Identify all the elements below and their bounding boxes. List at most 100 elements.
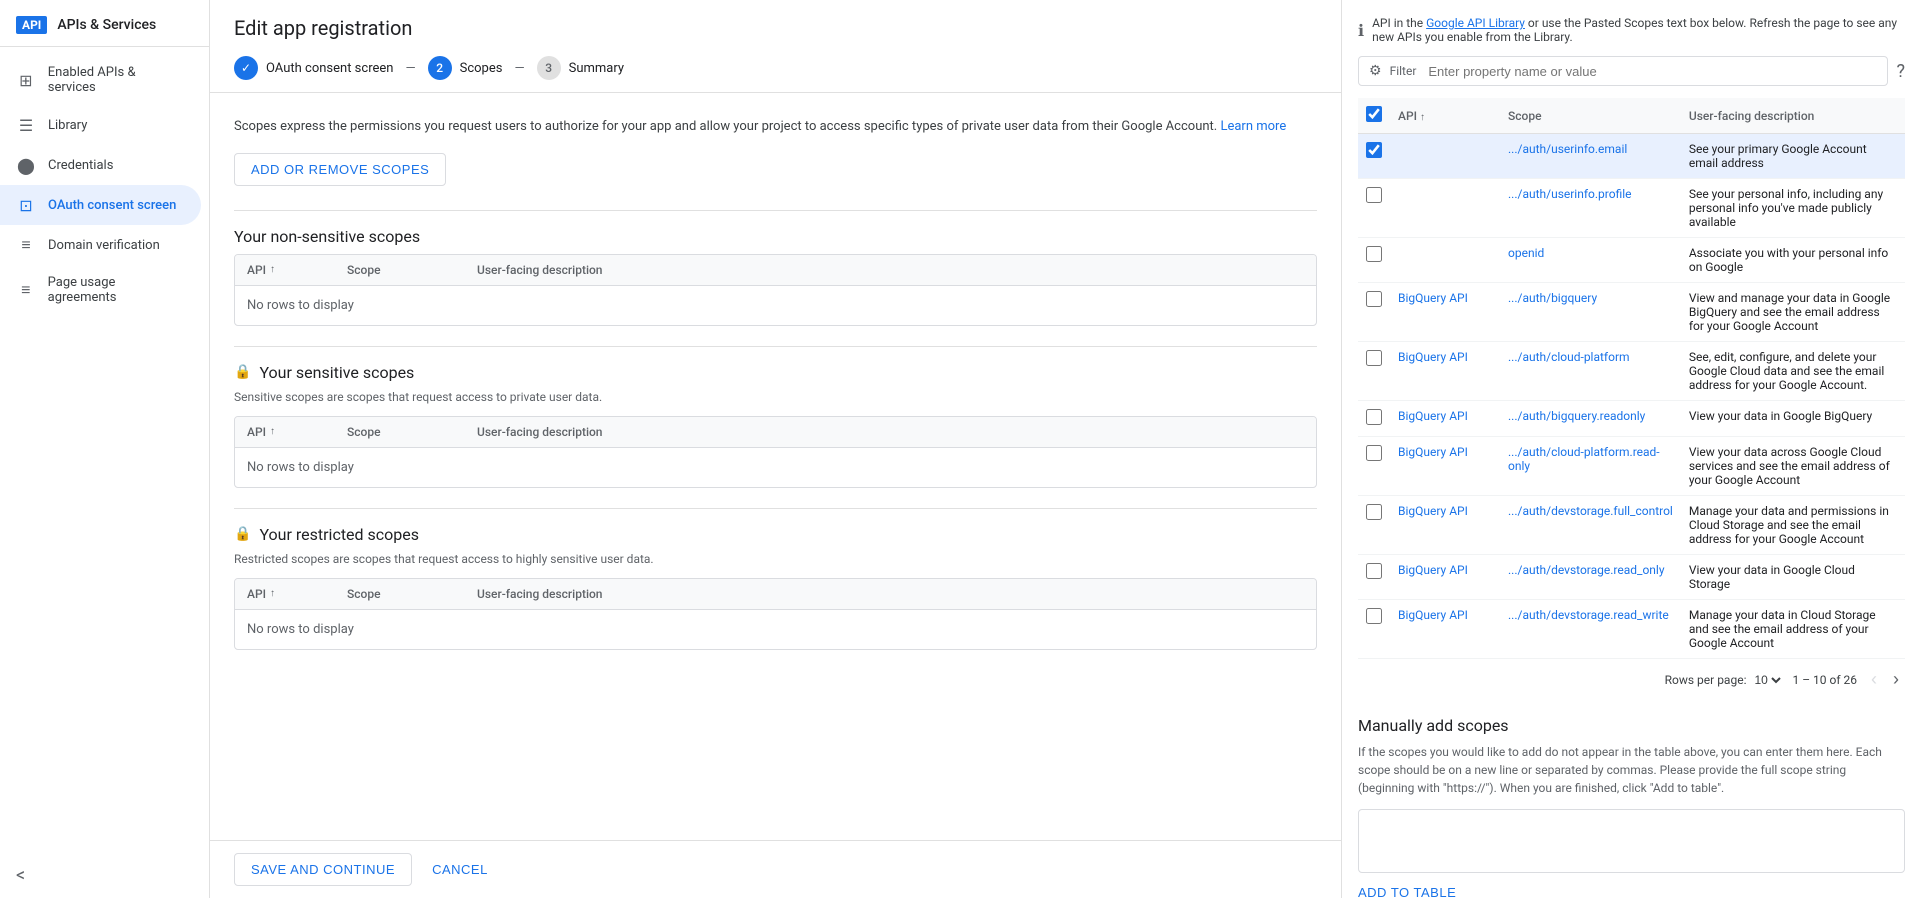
col-api-3: API ↑ (247, 587, 347, 601)
col-api-header[interactable]: API ↑ (1390, 98, 1500, 134)
filter-bar[interactable]: ⚙ Filter (1358, 56, 1888, 86)
row-checkbox-cell-1[interactable] (1358, 179, 1390, 238)
row-checkbox-5[interactable] (1366, 409, 1382, 425)
row-checkbox-7[interactable] (1366, 504, 1382, 520)
sidebar-item-label: Page usage agreements (48, 275, 185, 305)
row-checkbox-0[interactable] (1366, 142, 1382, 158)
row-desc-4: See, edit, configure, and delete your Go… (1681, 342, 1905, 401)
row-api-2 (1390, 238, 1500, 283)
restricted-empty: No rows to display (235, 610, 1316, 649)
row-checkbox-cell-6[interactable] (1358, 437, 1390, 496)
step-divider-2: — (514, 61, 524, 76)
sidebar-title: APIs & Services (57, 17, 156, 33)
row-checkbox-4[interactable] (1366, 350, 1382, 366)
manually-add-textarea[interactable] (1358, 809, 1905, 873)
step-2-circle: 2 (428, 56, 452, 80)
row-checkbox-cell-0[interactable] (1358, 134, 1390, 179)
collapse-button[interactable]: < (16, 865, 25, 886)
sidebar-item-oauth-consent[interactable]: ⊡ OAuth consent screen (0, 185, 201, 225)
row-checkbox-3[interactable] (1366, 291, 1382, 307)
table-row: .../auth/userinfo.profile See your perso… (1358, 179, 1905, 238)
step-divider-1: — (405, 61, 415, 76)
scopes-description: Scopes express the permissions you reque… (234, 117, 1317, 137)
restricted-table: API ↑ Scope User-facing description No r… (234, 578, 1317, 650)
rows-per-page-label: Rows per page: 10 25 50 (1665, 672, 1785, 688)
step-1-label: OAuth consent screen (266, 61, 393, 76)
main-content: Scopes express the permissions you reque… (210, 93, 1341, 840)
row-desc-9: Manage your data in Cloud Storage and se… (1681, 600, 1905, 659)
row-scope-2: openid (1500, 238, 1681, 283)
filter-icon: ⚙ (1369, 63, 1382, 79)
col-api-1: API ↑ (247, 263, 347, 277)
lock-icon-1: 🔒 (234, 364, 251, 380)
google-api-library-link[interactable]: Google API Library (1426, 16, 1525, 30)
add-to-table-button[interactable]: ADD TO TABLE (1358, 877, 1456, 898)
main-header: Edit app registration ✓ OAuth consent sc… (210, 0, 1341, 93)
row-api-8: BigQuery API (1390, 555, 1500, 600)
col-scope-1: Scope (347, 263, 477, 277)
prev-page-button[interactable]: ‹ (1865, 667, 1883, 692)
sensitive-table: API ↑ Scope User-facing description No r… (234, 416, 1317, 488)
sidebar-item-library[interactable]: ☰ Library (0, 105, 201, 145)
add-remove-scopes-button[interactable]: ADD OR REMOVE SCOPES (234, 153, 446, 186)
row-checkbox-cell-7[interactable] (1358, 496, 1390, 555)
col-checkbox-header (1358, 98, 1390, 134)
info-icon: ℹ (1358, 21, 1364, 40)
row-checkbox-cell-9[interactable] (1358, 600, 1390, 659)
row-checkbox-cell-4[interactable] (1358, 342, 1390, 401)
stepper: ✓ OAuth consent screen — 2 Scopes — 3 Su… (234, 56, 1317, 92)
sidebar: API APIs & Services ⊞ Enabled APIs & ser… (0, 0, 210, 898)
sensitive-description: Sensitive scopes are scopes that request… (234, 390, 1317, 404)
step-1-circle: ✓ (234, 56, 258, 80)
api-icon: API (16, 16, 47, 34)
sidebar-item-domain-verification[interactable]: ≡ Domain verification (0, 225, 201, 265)
sidebar-item-label: Credentials (48, 158, 113, 173)
divider-3 (234, 508, 1317, 509)
divider-2 (234, 346, 1317, 347)
manually-add-description: If the scopes you would like to add do n… (1358, 743, 1905, 797)
page-title: Edit app registration (234, 16, 1317, 40)
sort-arrow-3: ↑ (270, 588, 275, 599)
row-desc-6: View your data across Google Cloud servi… (1681, 437, 1905, 496)
step-3-label: Summary (569, 61, 624, 76)
cancel-button[interactable]: CANCEL (424, 854, 496, 885)
sidebar-item-page-usage[interactable]: ≡ Page usage agreements (0, 265, 201, 315)
sidebar-item-label: OAuth consent screen (48, 198, 176, 213)
row-checkbox-cell-8[interactable] (1358, 555, 1390, 600)
sidebar-item-enabled-apis[interactable]: ⊞ Enabled APIs & services (0, 55, 201, 105)
row-api-6: BigQuery API (1390, 437, 1500, 496)
step-1: ✓ OAuth consent screen (234, 56, 393, 80)
rows-per-page-select[interactable]: 10 25 50 (1750, 672, 1784, 688)
row-checkbox-2[interactable] (1366, 246, 1382, 262)
row-api-0 (1390, 134, 1500, 179)
table-row: BigQuery API .../auth/bigquery.readonly … (1358, 401, 1905, 437)
row-desc-5: View your data in Google BigQuery (1681, 401, 1905, 437)
help-icon[interactable]: ? (1896, 61, 1905, 82)
learn-more-link[interactable]: Learn more (1220, 119, 1286, 134)
col-desc-1: User-facing description (477, 263, 1304, 277)
non-sensitive-empty: No rows to display (235, 286, 1316, 325)
row-checkbox-cell-5[interactable] (1358, 401, 1390, 437)
sidebar-item-label: Domain verification (48, 238, 160, 253)
non-sensitive-table: API ↑ Scope User-facing description No r… (234, 254, 1317, 326)
right-panel: ℹ API in the Google API Library or use t… (1341, 0, 1921, 898)
filter-input[interactable] (1428, 64, 1877, 79)
row-checkbox-9[interactable] (1366, 608, 1382, 624)
non-sensitive-title: Your non-sensitive scopes (234, 227, 1317, 246)
sensitive-table-header: API ↑ Scope User-facing description (235, 417, 1316, 448)
next-page-button[interactable]: › (1887, 667, 1905, 692)
row-checkbox-cell-2[interactable] (1358, 238, 1390, 283)
row-checkbox-cell-3[interactable] (1358, 283, 1390, 342)
row-api-3: BigQuery API (1390, 283, 1500, 342)
select-all-checkbox[interactable] (1366, 106, 1382, 122)
sidebar-item-credentials[interactable]: ⬤ Credentials (0, 145, 201, 185)
row-checkbox-8[interactable] (1366, 563, 1382, 579)
row-scope-3: .../auth/bigquery (1500, 283, 1681, 342)
row-desc-1: See your personal info, including any pe… (1681, 179, 1905, 238)
step-3-number: 3 (545, 61, 552, 75)
lock-icon-2: 🔒 (234, 526, 251, 542)
save-continue-button[interactable]: SAVE AND CONTINUE (234, 853, 412, 886)
row-checkbox-6[interactable] (1366, 445, 1382, 461)
row-checkbox-1[interactable] (1366, 187, 1382, 203)
sensitive-empty: No rows to display (235, 448, 1316, 487)
